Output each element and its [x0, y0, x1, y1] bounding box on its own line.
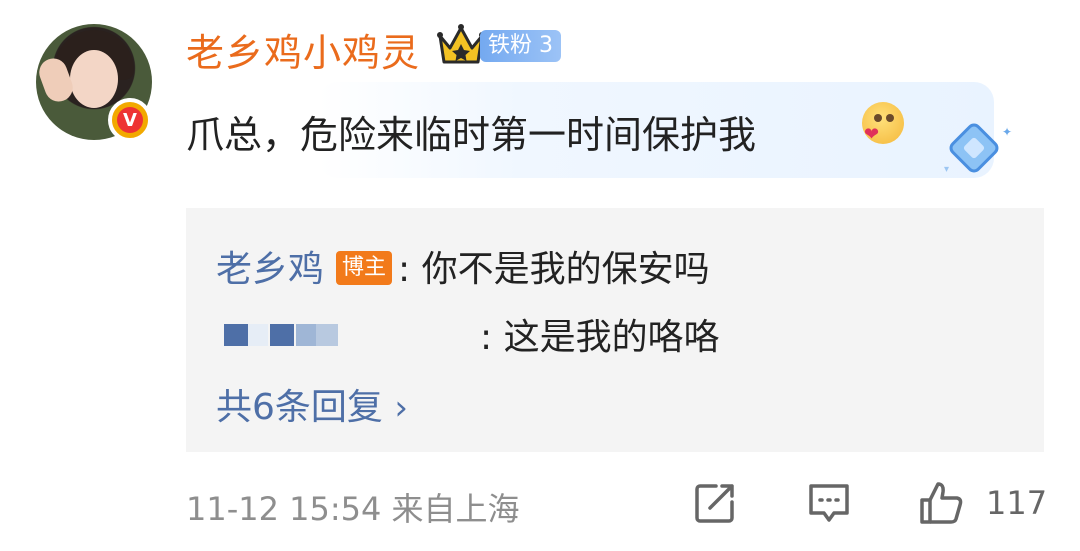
chevron-right-icon: › — [394, 388, 408, 428]
crown-icon — [437, 24, 485, 64]
reply-author[interactable]: 老乡鸡 — [216, 249, 324, 290]
repost-icon[interactable] — [692, 480, 738, 526]
masked-username-block — [316, 324, 338, 346]
reply-item[interactable]: : 这是我的咯咯 — [480, 308, 720, 360]
svg-text:✦: ✦ — [1002, 125, 1012, 139]
like-count: 117 — [986, 484, 1048, 522]
reply-item[interactable]: 老乡鸡 博主: 你不是我的保安吗 — [216, 240, 710, 292]
masked-username-block — [224, 324, 248, 346]
masked-username-block — [296, 324, 316, 346]
more-replies-label: 共6条回复 — [216, 387, 395, 428]
reply-text: : 你不是我的保安吗 — [398, 249, 710, 290]
svg-text:▾: ▾ — [944, 164, 949, 175]
emoji-icon: ❤ — [862, 102, 904, 145]
view-more-replies-link[interactable]: 共6条回复 › — [216, 378, 408, 430]
avatar-face — [70, 50, 118, 108]
host-tag: 博主 — [336, 251, 393, 285]
comment-timestamp: 11-12 15:54 来自上海 — [186, 490, 520, 528]
verified-v-icon: V — [108, 98, 152, 142]
reply-text: : 这是我的咯咯 — [480, 317, 720, 358]
fan-level-badge: 铁粉 3 — [480, 30, 561, 62]
comment-username[interactable]: 老乡鸡小鸡灵 — [186, 22, 420, 77]
gem-icon: ✦ ▾ — [944, 123, 1012, 175]
masked-username-block — [248, 324, 268, 346]
comment-text: 爪总，危险来临时第一时间保护我 — [186, 113, 757, 157]
like-icon[interactable] — [918, 480, 964, 526]
comment-icon[interactable] — [806, 480, 852, 526]
masked-username-block — [270, 324, 294, 346]
